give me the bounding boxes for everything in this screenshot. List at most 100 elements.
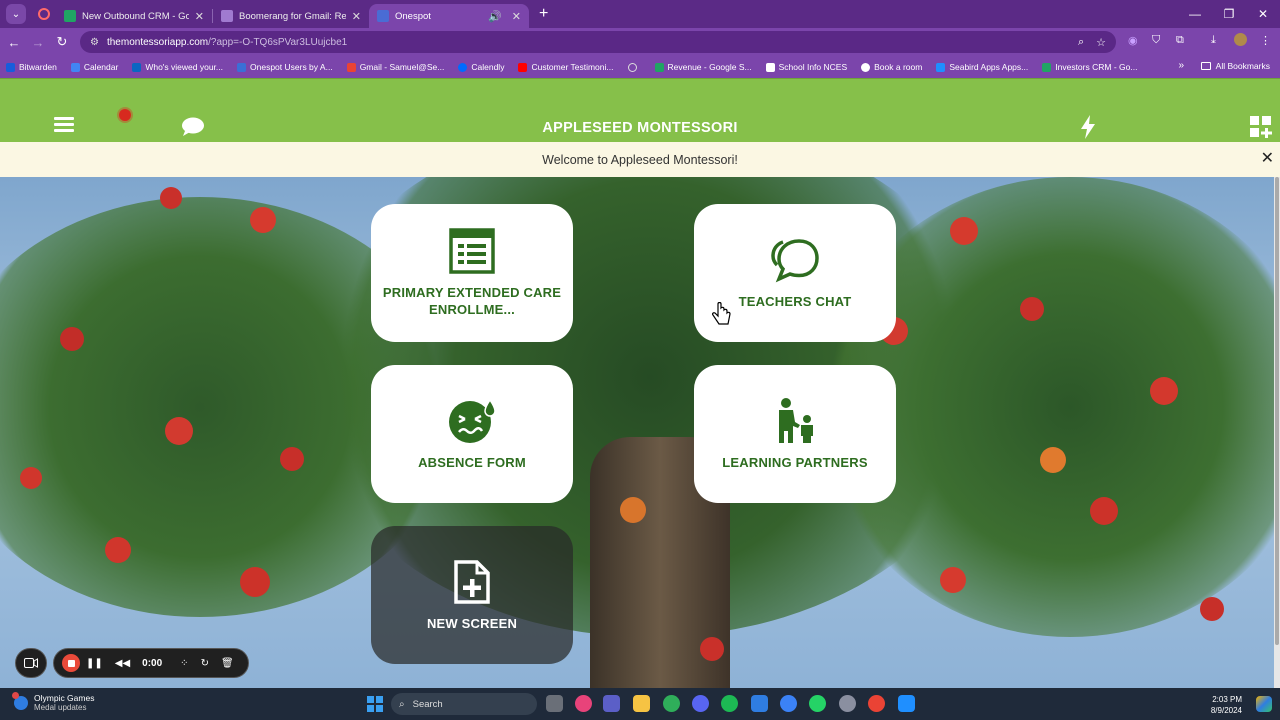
apple — [950, 217, 978, 245]
apple — [165, 417, 193, 445]
restart-icon[interactable]: ↻ — [201, 658, 209, 669]
forward-icon[interactable]: → — [26, 35, 50, 50]
outlook-icon[interactable] — [898, 695, 915, 712]
spotify-icon[interactable] — [721, 695, 738, 712]
taskbar-search[interactable]: ⌕ Search — [391, 693, 537, 715]
minimize-icon[interactable]: — — [1178, 7, 1212, 21]
apple — [20, 467, 42, 489]
more-bookmarks-icon[interactable]: » — [1178, 60, 1184, 71]
close-tab-icon[interactable]: ✕ — [512, 10, 521, 23]
teams-icon[interactable] — [603, 695, 620, 712]
windows-start-icon[interactable] — [367, 696, 383, 712]
bookmark-star-icon[interactable]: ☆ — [1096, 36, 1106, 49]
close-banner-icon[interactable]: ✕ — [1261, 148, 1274, 168]
mute-tab-icon[interactable]: 🔊 — [488, 10, 502, 23]
bookmark-item[interactable]: Book a room — [861, 62, 922, 72]
trash-icon[interactable]: 🗑 — [221, 658, 234, 669]
new-screen-card[interactable]: NEW SCREEN — [371, 526, 573, 664]
windows-taskbar: Olympic Games Medal updates ⌕ Search 2:0… — [0, 688, 1280, 720]
rewind-icon[interactable]: ◀◀ — [115, 658, 130, 669]
close-tab-icon[interactable]: ✕ — [195, 10, 204, 23]
welcome-banner: Welcome to Appleseed Montessori! ✕ — [0, 142, 1280, 177]
bookmark-item[interactable]: Gmail - Samuel@Se... — [346, 62, 444, 72]
edge-icon[interactable] — [780, 695, 797, 712]
chrome-menu-icon[interactable]: ⋮ — [1260, 34, 1271, 47]
bookmark-item[interactable]: Bitwarden — [6, 62, 57, 72]
bookmark-item[interactable]: Who's viewed your... — [132, 62, 223, 72]
all-bookmarks-button[interactable]: All Bookmarks — [1200, 61, 1270, 71]
bookmark-item[interactable]: Revenue - Google S... — [654, 62, 752, 72]
page-scrollbar[interactable] — [1274, 177, 1280, 688]
grid-icon[interactable]: ⁘ — [180, 658, 188, 669]
scrollbar-thumb[interactable] — [1275, 177, 1279, 645]
all-bookmarks-label: All Bookmarks — [1215, 61, 1270, 71]
clock-time: 2:03 PM — [1212, 695, 1242, 704]
bookmark-item[interactable]: Calendar — [70, 62, 119, 72]
extensions-puzzle-icon[interactable]: ⧉ — [1176, 34, 1184, 47]
bookmark-item[interactable]: School Info NCES — [765, 62, 848, 72]
tab-onespot[interactable]: Onespot 🔊 ✕ — [369, 4, 529, 28]
card-label: TEACHERS CHAT — [738, 293, 852, 309]
bookmark-label: Bitwarden — [19, 62, 57, 72]
zoom-icon[interactable]: ⌕ — [1078, 36, 1084, 49]
primary-extended-care-enrollment-card[interactable]: PRIMARY EXTENDED CARE ENROLLME... — [371, 204, 573, 342]
chrome-profile-icon[interactable] — [868, 695, 885, 712]
screen-recorder-widget: ❚❚ ◀◀ 0:00 ⁘ ↻ 🗑 — [15, 648, 249, 678]
new-file-icon — [454, 559, 490, 604]
bookmark-item[interactable]: Seabird Apps Apps... — [936, 62, 1028, 72]
chat-bubbles-icon — [771, 238, 819, 282]
restore-icon[interactable]: ❐ — [1212, 7, 1246, 21]
stop-recording-button[interactable] — [62, 654, 80, 672]
bitwarden-extension-icon[interactable]: ⛉ — [1152, 34, 1160, 47]
recording-tab-icon[interactable] — [38, 8, 50, 20]
download-icon[interactable]: ⤓ — [1211, 34, 1216, 47]
bookmark-label: Revenue - Google S... — [667, 62, 752, 72]
tab-boomerang[interactable]: Boomerang for Gmail: Recurrin ✕ — [213, 4, 369, 28]
absence-form-card[interactable]: ABSENCE FORM — [371, 365, 573, 503]
news-text: Olympic Games Medal updates — [34, 693, 94, 712]
lightning-icon[interactable] — [1080, 115, 1096, 144]
recording-controls: ❚❚ ◀◀ 0:00 ⁘ ↻ 🗑 — [53, 648, 249, 678]
pause-icon[interactable]: ❚❚ — [86, 658, 103, 669]
copilot-icon[interactable] — [575, 695, 592, 712]
notification-center-icon[interactable] — [1256, 696, 1272, 712]
bookmark-item[interactable] — [627, 62, 641, 72]
bookmark-item[interactable]: Calendly — [458, 62, 504, 72]
news-widget[interactable]: Olympic Games Medal updates — [12, 691, 94, 712]
hand-cursor-icon — [712, 301, 732, 333]
apple — [60, 327, 84, 351]
address-bar[interactable]: ⚙ themontessoriapp.com/?app=-O-TQ6sPVar3… — [80, 31, 1116, 53]
chrome-icon[interactable] — [663, 695, 680, 712]
profile-avatar[interactable] — [1234, 33, 1247, 46]
add-screen-grid-icon[interactable] — [1250, 116, 1272, 143]
sheets-icon — [1042, 62, 1052, 72]
settings-icon[interactable] — [839, 695, 856, 712]
system-clock[interactable]: 2:03 PM 8/9/2024 — [1211, 694, 1242, 716]
task-view-icon[interactable] — [546, 695, 563, 712]
close-tab-icon[interactable]: ✕ — [352, 10, 361, 23]
new-tab-button[interactable]: + — [539, 5, 548, 23]
extension-icon[interactable]: ◉ — [1128, 34, 1138, 47]
whatsapp-icon[interactable] — [809, 695, 826, 712]
apple — [1040, 447, 1066, 473]
tab-search-button[interactable]: ⌄ — [6, 4, 26, 24]
discord-icon[interactable] — [692, 695, 709, 712]
bookmark-item[interactable]: Investors CRM - Go... — [1042, 62, 1137, 72]
back-icon[interactable]: ← — [2, 35, 26, 50]
bookmark-item[interactable]: Customer Testimoni... — [518, 62, 614, 72]
camera-toggle-button[interactable] — [15, 648, 47, 678]
reload-icon[interactable]: ↻ — [50, 34, 74, 50]
camera-icon — [24, 658, 38, 668]
learning-partners-card[interactable]: LEARNING PARTNERS — [694, 365, 896, 503]
bookmark-label: Who's viewed your... — [145, 62, 223, 72]
file-explorer-icon[interactable] — [633, 695, 650, 712]
bookmark-label: Calendar — [83, 62, 119, 72]
window-controls: — ❐ ✕ — [1178, 0, 1280, 28]
bookmark-label: Calendly — [471, 62, 505, 72]
tab-new-outbound-crm[interactable]: New Outbound CRM - Google ✕ — [56, 4, 212, 28]
bookmark-item[interactable]: Onespot Users by A... — [237, 62, 333, 72]
calculator-icon[interactable] — [751, 695, 768, 712]
close-window-icon[interactable]: ✕ — [1246, 7, 1280, 21]
site-info-icon[interactable]: ⚙ — [90, 37, 99, 48]
bookmark-label: School Info NCES — [778, 62, 848, 72]
